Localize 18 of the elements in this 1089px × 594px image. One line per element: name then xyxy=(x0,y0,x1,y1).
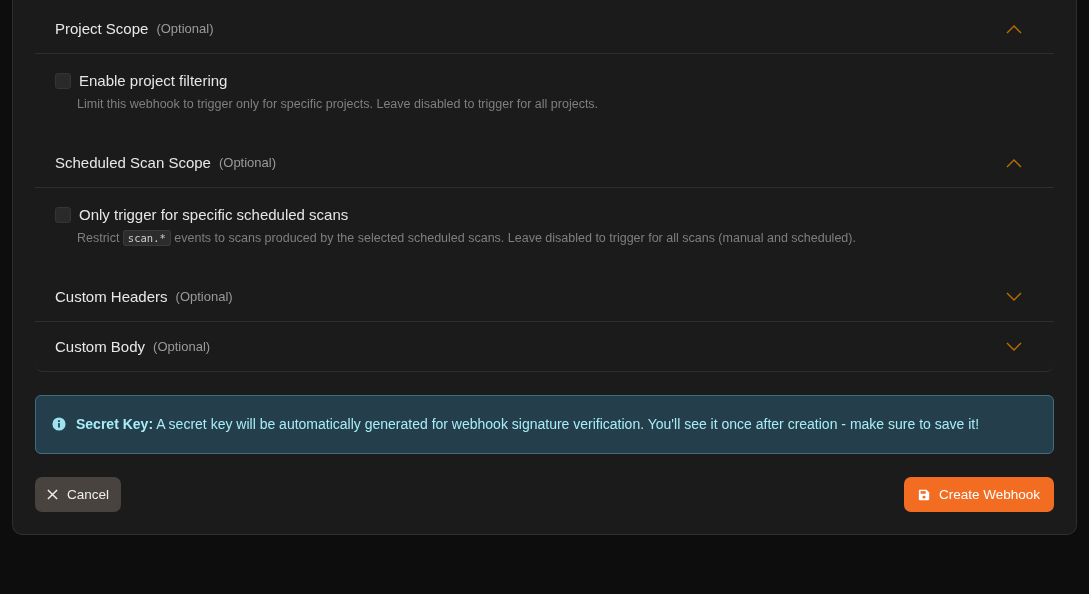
chevron-icon xyxy=(1006,23,1022,34)
section-header[interactable]: Custom Body (Optional) xyxy=(35,322,1054,371)
option-label: Only trigger for specific scheduled scans xyxy=(79,206,349,223)
chevron-icon xyxy=(1006,291,1022,302)
checkbox[interactable] xyxy=(55,72,71,89)
chevron-icon xyxy=(1006,157,1022,168)
chevron-icon xyxy=(1006,341,1022,352)
close-icon xyxy=(47,489,58,500)
cancel-button[interactable]: Cancel xyxy=(35,477,122,512)
info-icon xyxy=(52,417,66,431)
checkbox[interactable] xyxy=(55,206,71,223)
section-header[interactable]: Scheduled Scan Scope (Optional) xyxy=(35,138,1054,188)
alert-message: Secret Key: A secret key will be automatically generated for webhook signature verification. You'll see it once after creation - make sure to save it! xyxy=(76,415,980,434)
option-label: Enable project filtering xyxy=(79,72,228,89)
section-header[interactable]: Custom Headers (Optional) xyxy=(35,272,1054,322)
section-header[interactable]: Project Scope (Optional) xyxy=(35,4,1054,54)
option-description: Restrict scan.* events to scans produced by the selected scheduled scans. Leave disabled to trigger for all scans (manual and scheduled). xyxy=(77,231,857,245)
option-description: Limit this webhook to trigger only for specific projects. Leave disabled to trigger for all projects. xyxy=(77,97,600,111)
